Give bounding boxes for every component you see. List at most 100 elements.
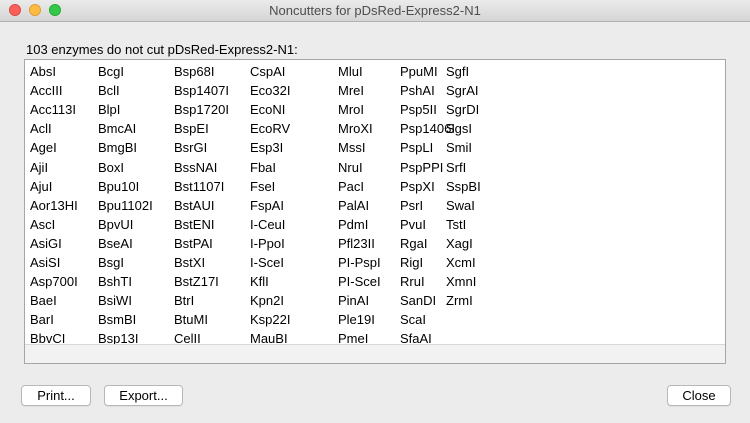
enzyme-item: PdmI (338, 217, 369, 232)
enzyme-item: BmcAI (98, 121, 137, 136)
enzyme-item: ScaI (400, 312, 427, 327)
enzyme-item: AccIII (30, 83, 63, 98)
enzyme-item: Ksp22I (250, 312, 291, 327)
enzyme-item: RigI (400, 255, 424, 270)
enzyme-item: SrfI (446, 160, 467, 175)
enzyme-item: PshAI (400, 83, 435, 98)
enzyme-item: PalAI (338, 198, 370, 213)
enzyme-item: Acc113I (30, 102, 77, 117)
enzyme-item: I-CeuI (250, 217, 286, 232)
enzyme-item: BclI (98, 83, 120, 98)
enzyme-item: Kpn2I (250, 293, 284, 308)
enzyme-item: BshTI (98, 274, 132, 289)
enzyme-item: MroI (338, 102, 364, 117)
enzyme-item: AclI (30, 121, 52, 136)
enzyme-item: BstZ17I (174, 274, 219, 289)
enzyme-item: AsiGI (30, 236, 62, 251)
enzyme-item: BstENI (174, 217, 215, 232)
enzyme-item: EcoNI (250, 102, 286, 117)
enzyme-item: ZrmI (446, 293, 473, 308)
enzyme-item: BarI (30, 312, 54, 327)
enzyme-item: MssI (338, 140, 366, 155)
enzyme-item: BmgBI (98, 140, 138, 155)
enzyme-item: FbaI (250, 160, 277, 175)
enzyme-item: PI-SceI (338, 274, 381, 289)
enzyme-item: Psp5II (400, 102, 437, 117)
list-footer-bar (25, 344, 725, 363)
enzyme-item: Bsp1407I (174, 83, 229, 98)
enzyme-item: BoxI (98, 160, 125, 175)
enzyme-item: SgrDI (446, 102, 480, 117)
enzyme-item: AsiSI (30, 255, 61, 270)
window-title: Noncutters for pDsRed-Express2-N1 (269, 3, 481, 18)
enzyme-item: BsiWI (98, 293, 132, 308)
enzyme-item: PspLI (400, 140, 434, 155)
enzyme-item: BcgI (98, 64, 125, 79)
title-bar: Noncutters for pDsRed-Express2-N1 (0, 0, 750, 22)
enzyme-item: AjuI (30, 179, 53, 194)
enzyme-item: PsrI (400, 198, 424, 213)
enzyme-item: Aor13HI (30, 198, 78, 213)
enzyme-item: RgaI (400, 236, 428, 251)
enzyme-item: FspAI (250, 198, 284, 213)
enzyme-item: NruI (338, 160, 363, 175)
enzyme-item: Asp700I (30, 274, 78, 289)
enzyme-item: PI-PspI (338, 255, 381, 270)
enzyme-item: RruI (400, 274, 425, 289)
enzyme-item: SspBI (446, 179, 481, 194)
enzyme-item: SgsI (446, 121, 473, 136)
enzyme-item: BsgI (98, 255, 125, 270)
enzyme-item: BstXI (174, 255, 206, 270)
enzyme-item: PvuI (400, 217, 427, 232)
enzyme-item: BseAI (98, 236, 133, 251)
enzyme-item: AscI (30, 217, 56, 232)
enzyme-item: SgrAI (446, 83, 479, 98)
enzyme-item: BspEI (174, 121, 209, 136)
enzyme-item: Eco32I (250, 83, 291, 98)
enzyme-item: EcoRV (250, 121, 291, 136)
enzyme-item: Bpu10I (98, 179, 140, 194)
enzyme-item: XcmI (446, 255, 476, 270)
enzyme-item: BstPAI (174, 236, 213, 251)
enzyme-item: PpuMI (400, 64, 438, 79)
enzyme-item: MroXI (338, 121, 373, 136)
enzyme-item: BstAUI (174, 198, 215, 213)
enzyme-list[interactable]: AbsI AccIII Acc113I AclI AgeI AjiI AjuI Aor13HI… (24, 59, 726, 364)
enzyme-item: Bsp1720I (174, 102, 229, 117)
print-button[interactable]: Print... (21, 385, 91, 406)
enzyme-item: Bsp68I (174, 64, 215, 79)
enzyme-item: AgeI (30, 140, 57, 155)
enzyme-item: PacI (338, 179, 365, 194)
enzyme-item: CspAI (250, 64, 286, 79)
enzyme-item: Esp3I (250, 140, 284, 155)
enzyme-item: Ple19I (338, 312, 375, 327)
enzyme-item: MreI (338, 83, 364, 98)
enzyme-item: PspPPI (400, 160, 444, 175)
enzyme-item: KflI (250, 274, 269, 289)
enzyme-item: Bst1107I (174, 179, 225, 194)
noncutters-heading: 103 enzymes do not cut pDsRed-Express2-N… (26, 42, 298, 57)
enzyme-item: PspXI (400, 179, 435, 194)
enzyme-item: TstI (446, 217, 467, 232)
enzyme-item: I-SceI (250, 255, 284, 270)
enzyme-item: BaeI (30, 293, 57, 308)
enzyme-item: I-PpoI (250, 236, 285, 251)
enzyme-item: SmiI (446, 140, 472, 155)
enzyme-item: BsmBI (98, 312, 137, 327)
enzyme-item: FseI (250, 179, 276, 194)
enzyme-item: AbsI (30, 64, 57, 79)
enzyme-item: Pfl23II (338, 236, 375, 251)
enzyme-item: BtuMI (174, 312, 208, 327)
enzyme-item: BtrI (174, 293, 195, 308)
enzyme-item: SgfI (446, 64, 470, 79)
enzyme-item: XmnI (446, 274, 477, 289)
export-button[interactable]: Export... (104, 385, 183, 406)
close-button[interactable]: Close (667, 385, 731, 406)
enzyme-item: Bpu1102I (98, 198, 153, 213)
enzyme-item: BsrGI (174, 140, 208, 155)
enzyme-item: PinAI (338, 293, 370, 308)
enzyme-item: MluI (338, 64, 363, 79)
enzyme-item: SanDI (400, 293, 437, 308)
enzyme-item: BssNAI (174, 160, 218, 175)
enzyme-item: XagI (446, 236, 473, 251)
